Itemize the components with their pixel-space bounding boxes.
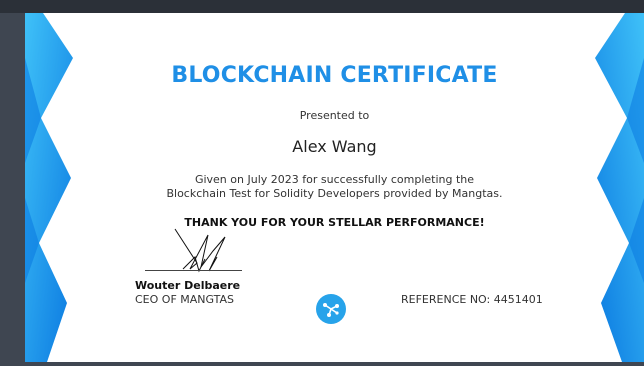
- presented-to-label: Presented to: [299, 109, 370, 122]
- mangtas-logo-icon: [316, 294, 346, 324]
- description-line-2: Blockchain Test for Solidity Developers …: [166, 187, 503, 200]
- top-edge: [0, 0, 644, 13]
- reference-number: REFERENCE NO: 4451401: [401, 293, 543, 306]
- signer-name: Wouter Delbaere: [135, 279, 241, 292]
- signer-title: CEO OF MANGTAS: [135, 293, 235, 306]
- certificate: BLOCKCHAIN CERTIFICATE Presented to Alex…: [25, 13, 644, 362]
- recipient-name: Alex Wang: [292, 137, 377, 156]
- signature-line: [145, 270, 242, 271]
- thank-you-message: THANK YOU FOR YOUR STELLAR PERFORMANCE!: [184, 216, 485, 229]
- certificate-title: BLOCKCHAIN CERTIFICATE: [171, 63, 498, 88]
- description-line-1: Given on July 2023 for successfully comp…: [194, 173, 475, 186]
